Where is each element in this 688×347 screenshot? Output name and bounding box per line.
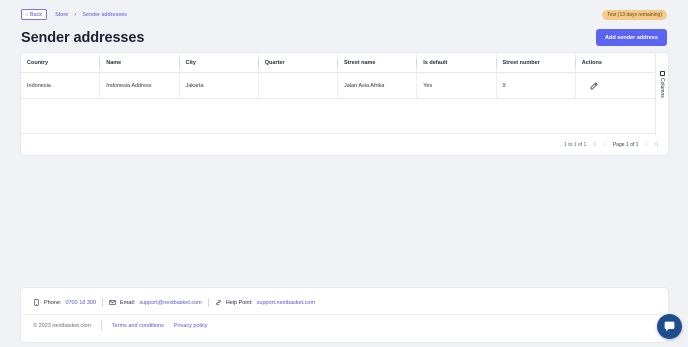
footer: Phone: 0700 18 300 Email: support@nextba… xyxy=(21,288,668,342)
breadcrumb-store[interactable]: Store xyxy=(55,12,68,18)
back-button[interactable]: ‹ Back xyxy=(21,9,48,20)
cell-actions xyxy=(576,73,655,98)
columns-icon xyxy=(659,71,665,76)
trial-status-badge[interactable]: Test (13 days remaining) xyxy=(602,9,667,20)
column-header-name[interactable]: Name xyxy=(100,53,180,72)
columns-tab-label: Columns xyxy=(659,78,665,98)
mail-icon xyxy=(109,300,116,305)
back-button-label: Back xyxy=(29,11,43,18)
footer-contacts: Phone: 0700 18 300 Email: support@nextba… xyxy=(33,298,315,307)
table-row[interactable]: Indonesia Indonesia Address Jakarta Jala… xyxy=(21,73,655,99)
chat-icon xyxy=(664,321,675,332)
phone-label: Phone: xyxy=(44,299,62,306)
cell-country: Indonesia xyxy=(21,73,101,98)
column-header-street-number[interactable]: Street number xyxy=(497,53,577,72)
help-label: Help Point: xyxy=(225,299,253,306)
sender-addresses-table-card: Country Name City Quarter Street name Is… xyxy=(21,53,668,155)
privacy-link[interactable]: Privacy policy xyxy=(174,323,208,329)
divider xyxy=(100,321,102,330)
link-icon xyxy=(215,299,221,306)
page-title: Sender addresses xyxy=(21,30,145,46)
phone-icon xyxy=(34,299,39,306)
cell-name: Indonesia Address xyxy=(100,73,180,98)
top-bar: ‹ Back Store › Sender addresses Test (13… xyxy=(21,9,667,20)
chevron-left-icon: ‹ xyxy=(26,11,28,18)
table-header-row: Country Name City Quarter Street name Is… xyxy=(21,53,657,73)
phone-link[interactable]: 0700 18 300 xyxy=(65,300,96,306)
footer-bottom: © 2023 nextbasket.com Terms and conditio… xyxy=(33,321,207,330)
cell-street-number: 9 xyxy=(497,73,576,98)
last-page-icon[interactable]: ›| xyxy=(654,142,658,148)
column-header-country[interactable]: Country xyxy=(21,53,101,72)
divider xyxy=(207,298,209,307)
columns-tool-tab[interactable]: Columns xyxy=(659,71,665,135)
pagination-summary: 1 to 1 of 1 xyxy=(564,142,587,148)
page-indicator: Page 1 of 1 xyxy=(612,142,639,148)
chat-widget-button[interactable] xyxy=(657,314,682,339)
help-link[interactable]: support.nextbasket.com xyxy=(257,300,315,306)
chevron-right-icon: › xyxy=(74,11,77,18)
column-header-quarter[interactable]: Quarter xyxy=(259,53,339,72)
add-sender-address-button[interactable]: Add sender address xyxy=(596,29,667,46)
cell-street-name: Jalan Asia Afrika xyxy=(338,73,418,98)
cell-quarter xyxy=(259,73,338,98)
next-page-icon[interactable]: › xyxy=(645,142,647,148)
breadcrumb: Store › Sender addresses xyxy=(55,12,127,18)
cell-city: Jakarta xyxy=(180,73,259,98)
breadcrumb-sender-addresses[interactable]: Sender addresses xyxy=(82,12,127,18)
footer-help: Help Point: support.nextbasket.com xyxy=(215,299,315,306)
columns-side-panel: Columns xyxy=(655,53,668,135)
email-label: Email: xyxy=(120,299,136,306)
column-header-is-default[interactable]: Is default xyxy=(417,53,497,72)
column-header-city[interactable]: City xyxy=(180,53,260,72)
terms-link[interactable]: Terms and conditions xyxy=(112,323,164,329)
first-page-icon[interactable]: |‹ xyxy=(593,142,597,148)
column-header-actions: Actions xyxy=(576,53,657,72)
previous-page-icon[interactable]: ‹ xyxy=(604,142,606,148)
pencil-icon[interactable] xyxy=(590,81,598,90)
grid-empty-area xyxy=(21,99,655,134)
divider xyxy=(102,298,104,307)
column-header-street-name[interactable]: Street name xyxy=(338,53,418,72)
footer-email: Email: support@nextbasket.com xyxy=(109,299,202,306)
email-link[interactable]: support@nextbasket.com xyxy=(139,300,201,306)
copyright-text: © 2023 nextbasket.com xyxy=(33,322,91,329)
footer-divider xyxy=(21,314,668,315)
cell-is-default: Yes xyxy=(417,73,497,98)
pagination: 1 to 1 of 1 |‹ ‹ Page 1 of 1 › ›| xyxy=(564,142,658,148)
data-grid: Country Name City Quarter Street name Is… xyxy=(21,53,657,135)
footer-phone: Phone: 0700 18 300 xyxy=(33,299,96,306)
